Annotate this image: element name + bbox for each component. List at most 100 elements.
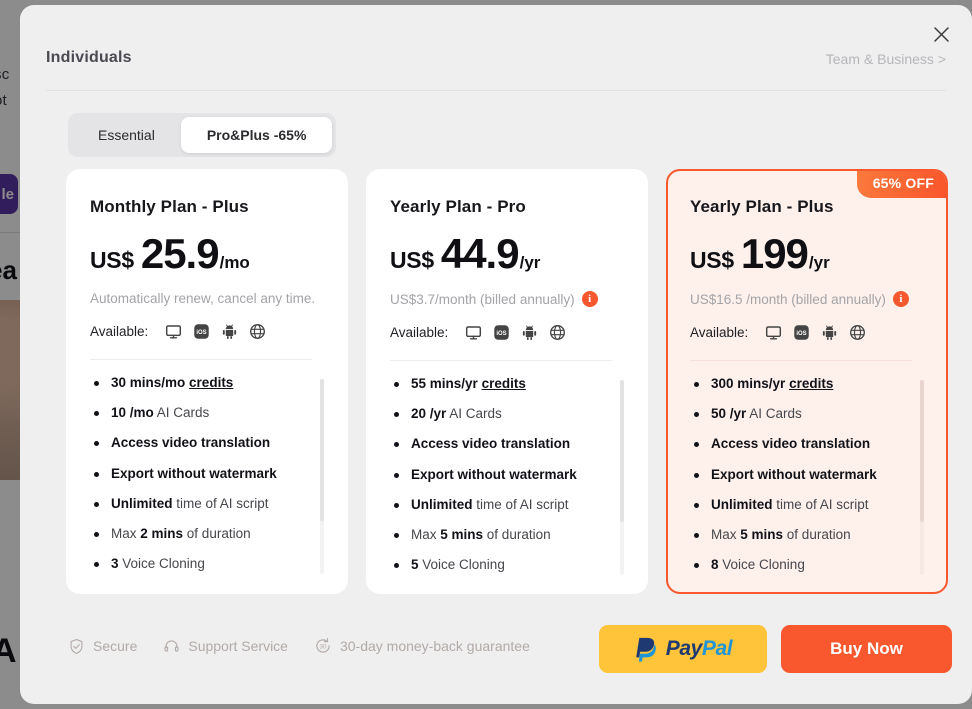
price-period: /yr	[808, 253, 830, 272]
features-list: 30 mins/mo credits 10 /mo AI Cards Acces…	[90, 375, 326, 572]
list-item: Unlimited time of AI script	[390, 497, 606, 513]
list-item: Access video translation	[390, 436, 606, 452]
credits-link[interactable]: credits	[189, 375, 233, 390]
availability-row: Available: iOS	[90, 323, 326, 340]
tab-essential[interactable]: Essential	[72, 117, 181, 153]
list-item: 55 mins/yr credits	[390, 376, 606, 392]
web-icon	[849, 324, 866, 341]
list-item: Export without watermark	[90, 466, 306, 482]
list-item: 3 Voice Cloning	[90, 556, 306, 572]
list-item: Access video translation	[90, 435, 306, 451]
pricing-card-yearly-plus[interactable]: 65% OFF Yearly Plan - Plus US$ 199 /yr U…	[666, 169, 948, 594]
plan-name: Yearly Plan - Pro	[390, 197, 526, 216]
credits-link[interactable]: credits	[482, 376, 526, 391]
list-item: 30 mins/mo credits	[90, 375, 306, 391]
tab-pro-plus[interactable]: Pro&Plus -65%	[180, 117, 333, 153]
list-item: 20 /yr AI Cards	[390, 406, 606, 422]
list-item: Unlimited time of AI script	[90, 496, 306, 512]
list-item: 8 Voice Cloning	[690, 557, 906, 573]
card-divider	[390, 360, 612, 361]
credits-link[interactable]: credits	[789, 376, 833, 391]
availability-label: Available:	[690, 325, 749, 340]
price-amount: 44.9	[440, 230, 520, 277]
close-icon	[933, 26, 949, 42]
list-item: Max 5 mins of duration	[690, 527, 906, 543]
web-icon	[549, 324, 566, 341]
page-title: Individuals	[46, 49, 132, 66]
pricing-card-monthly-plus[interactable]: Monthly Plan - Plus US$ 25.9 /mo Automat…	[66, 169, 348, 594]
android-icon	[221, 323, 238, 340]
availability-label: Available:	[90, 324, 149, 339]
price-row: US$ 199 /yr	[690, 233, 926, 275]
paypal-logo-icon	[635, 637, 656, 662]
ios-icon: iOS	[193, 323, 210, 340]
price-subnote: US$3.7/month (billed annually)	[390, 291, 575, 307]
features-scroll-area[interactable]: 30 mins/mo credits 10 /mo AI Cards Acces…	[90, 375, 326, 587]
price-period: /mo	[219, 253, 250, 272]
features-scrollbar[interactable]	[920, 380, 924, 575]
refund-30-icon: 30	[316, 638, 330, 653]
features-scroll-area[interactable]: 300 mins/yr credits 50 /yr AI Cards Acce…	[690, 376, 926, 588]
desktop-icon	[465, 324, 482, 341]
price-subnote: US$16.5 /month (billed annually)	[690, 291, 886, 307]
modal-header: Individuals Team & Business >	[46, 49, 946, 91]
screen: sc ot le ea A Individuals Team & Busines…	[0, 0, 972, 709]
paypal-button[interactable]: Pay Pal	[599, 625, 767, 673]
info-icon[interactable]: i	[581, 291, 598, 307]
price-subnote: Automatically renew, cancel any time.	[90, 291, 316, 306]
list-item: Max 2 mins of duration	[90, 526, 306, 542]
list-item: Export without watermark	[390, 467, 606, 483]
buy-now-button[interactable]: Buy Now	[781, 625, 952, 673]
price-row: US$ 25.9 /mo	[90, 233, 326, 275]
features-scroll-area[interactable]: 55 mins/yr credits 20 /yr AI Cards Acces…	[390, 376, 626, 588]
list-item: 50 /yr AI Cards	[690, 406, 906, 422]
price-currency: US$	[690, 247, 734, 273]
availability-label: Available:	[390, 325, 449, 340]
price-period: /yr	[519, 253, 541, 272]
trust-support: Support Service	[163, 638, 288, 655]
team-business-link[interactable]: Team & Business >	[826, 51, 946, 67]
price-subnote-row: US$3.7/month (billed annually) i	[390, 291, 626, 307]
list-item: Access video translation	[690, 436, 906, 452]
android-icon	[521, 324, 538, 341]
paypal-word-pal: Pal	[701, 637, 733, 660]
features-scrollbar[interactable]	[320, 379, 324, 574]
pricing-cards: Monthly Plan - Plus US$ 25.9 /mo Automat…	[66, 169, 950, 594]
trust-refund: 30 30-day money-back guarantee	[314, 637, 530, 655]
list-item: 10 /mo AI Cards	[90, 405, 306, 421]
web-icon	[249, 323, 266, 340]
svg-text:iOS: iOS	[797, 331, 807, 337]
ios-icon: iOS	[793, 324, 810, 341]
availability-row: Available: iOS	[690, 324, 926, 341]
price-amount: 199	[740, 230, 809, 277]
plan-type-tabs: Essential Pro&Plus -65%	[68, 113, 337, 157]
price-subnote-row: US$16.5 /month (billed annually) i	[690, 291, 926, 307]
price-currency: US$	[90, 247, 134, 273]
plan-name: Monthly Plan - Plus	[90, 197, 249, 216]
trust-label: Support Service	[188, 638, 288, 654]
svg-text:iOS: iOS	[497, 331, 507, 337]
info-icon[interactable]: i	[892, 291, 909, 307]
card-divider	[90, 359, 312, 360]
features-scrollbar-thumb[interactable]	[920, 380, 924, 522]
features-scrollbar-thumb[interactable]	[320, 379, 324, 521]
features-scrollbar-thumb[interactable]	[620, 380, 624, 522]
list-item: Export without watermark	[690, 467, 906, 483]
list-item: 300 mins/yr credits	[690, 376, 906, 392]
card-divider	[690, 360, 912, 361]
price-amount: 25.9	[140, 230, 220, 277]
trust-label: 30-day money-back guarantee	[339, 638, 530, 654]
list-item: Max 5 mins of duration	[390, 527, 606, 543]
paypal-wordmark: Pay Pal	[666, 637, 733, 661]
features-scrollbar[interactable]	[620, 380, 624, 575]
features-list: 55 mins/yr credits 20 /yr AI Cards Acces…	[390, 376, 626, 573]
price-subnote-row: Automatically renew, cancel any time.	[90, 291, 326, 306]
desktop-icon	[165, 323, 182, 340]
pricing-card-yearly-pro[interactable]: Yearly Plan - Pro US$ 44.9 /yr US$3.7/mo…	[366, 169, 648, 594]
discount-badge: 65% OFF	[856, 171, 946, 198]
availability-row: Available: iOS	[390, 324, 626, 341]
headset-icon	[164, 639, 179, 652]
close-button[interactable]	[926, 19, 956, 49]
pricing-modal: Individuals Team & Business > Essential …	[20, 5, 972, 704]
modal-footer: Secure Support Service 30 30-day money-b…	[68, 625, 952, 685]
